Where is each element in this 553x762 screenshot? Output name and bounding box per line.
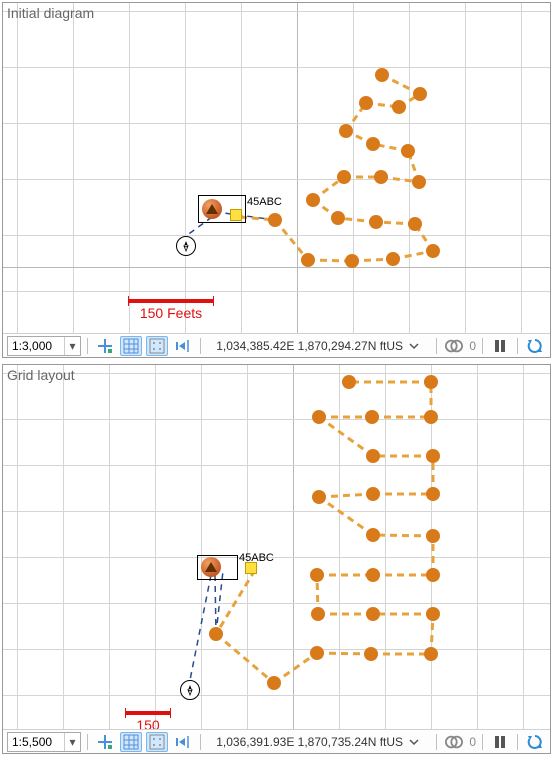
transformer-icon[interactable]: [202, 199, 222, 219]
scale-bar-label: 150 Feets: [128, 305, 214, 321]
separator: [87, 734, 88, 750]
grid-button[interactable]: [146, 732, 168, 752]
network-node[interactable]: [364, 647, 378, 661]
coordinate-readout: 1,036,391.93E 1,870,735.24N ftUS: [216, 735, 403, 749]
dynamic-constraints-button[interactable]: [120, 732, 142, 752]
network-node[interactable]: [310, 568, 324, 582]
network-node[interactable]: [268, 213, 282, 227]
junction-icon[interactable]: [230, 209, 242, 221]
feature-label: 45ABC: [239, 552, 274, 564]
network-node[interactable]: [413, 87, 427, 101]
snapping-button[interactable]: [94, 336, 116, 356]
pause-drawing-button[interactable]: [489, 732, 511, 752]
network-node[interactable]: [366, 449, 380, 463]
compass-icon[interactable]: [176, 236, 196, 256]
separator: [517, 734, 518, 750]
network-node[interactable]: [426, 568, 440, 582]
separator: [482, 338, 483, 354]
selection-count: 0: [469, 339, 476, 353]
coords-menu-button[interactable]: [407, 735, 421, 749]
chevron-down-icon[interactable]: ▾: [64, 337, 80, 355]
network-node[interactable]: [345, 254, 359, 268]
panel-title: Initial diagram: [7, 5, 94, 21]
scale-bar: 150 Feets: [128, 299, 214, 321]
coords-menu-button[interactable]: [407, 339, 421, 353]
refresh-button[interactable]: [524, 732, 546, 752]
network-node[interactable]: [306, 193, 320, 207]
map-panel-1: Grid layout 45ABC 150 Feets ▾ 1,036,391.93E …: [2, 364, 551, 754]
correction-button[interactable]: [172, 336, 194, 356]
network-node[interactable]: [424, 410, 438, 424]
status-bar: ▾ 1,034,385.42E 1,870,294.27N ftUS 0: [3, 333, 550, 357]
network-node[interactable]: [366, 607, 380, 621]
network-node[interactable]: [424, 647, 438, 661]
scale-bar-label: 150 Feets: [125, 717, 171, 729]
selection-count-icon[interactable]: [443, 732, 465, 752]
refresh-button[interactable]: [524, 336, 546, 356]
network-node[interactable]: [401, 144, 415, 158]
scale-input[interactable]: [8, 734, 64, 750]
network-node[interactable]: [366, 568, 380, 582]
separator: [436, 338, 437, 354]
network-node[interactable]: [412, 175, 426, 189]
status-bar: ▾ 1,036,391.93E 1,870,735.24N ftUS 0: [3, 729, 550, 753]
snapping-button[interactable]: [94, 732, 116, 752]
network-node[interactable]: [426, 529, 440, 543]
network-node[interactable]: [366, 487, 380, 501]
network-node[interactable]: [267, 676, 281, 690]
scale-input[interactable]: [8, 338, 64, 354]
network-node[interactable]: [310, 646, 324, 660]
separator: [200, 734, 201, 750]
selection-count-icon[interactable]: [443, 336, 465, 356]
network-node[interactable]: [424, 375, 438, 389]
network-node[interactable]: [408, 217, 422, 231]
network-node[interactable]: [374, 170, 388, 184]
separator: [517, 338, 518, 354]
network-node[interactable]: [337, 170, 351, 184]
network-node[interactable]: [392, 100, 406, 114]
grid-button[interactable]: [146, 336, 168, 356]
network-node[interactable]: [426, 607, 440, 621]
network-node[interactable]: [342, 375, 356, 389]
correction-button[interactable]: [172, 732, 194, 752]
map-panel-0: Initial diagram 45ABC 150 Feets ▾ 1,034,385.…: [2, 2, 551, 358]
feature-label: 45ABC: [247, 196, 282, 208]
scale-bar: 150 Feets: [125, 711, 171, 729]
selection-count: 0: [469, 735, 476, 749]
dynamic-constraints-button[interactable]: [120, 336, 142, 356]
network-node[interactable]: [369, 215, 383, 229]
network-node[interactable]: [312, 490, 326, 504]
network-node[interactable]: [209, 627, 223, 641]
network-node[interactable]: [331, 211, 345, 225]
network-node[interactable]: [365, 410, 379, 424]
network-node[interactable]: [339, 124, 353, 138]
chevron-down-icon[interactable]: ▾: [64, 733, 80, 751]
network-node[interactable]: [366, 137, 380, 151]
separator: [482, 734, 483, 750]
separator: [436, 734, 437, 750]
scale-combo[interactable]: ▾: [7, 732, 81, 752]
map-canvas[interactable]: 45ABC 150 Feets: [3, 365, 550, 729]
transformer-icon[interactable]: [201, 557, 221, 577]
compass-icon[interactable]: [180, 680, 200, 700]
panel-title: Grid layout: [7, 367, 75, 383]
scale-combo[interactable]: ▾: [7, 336, 81, 356]
network-node[interactable]: [359, 96, 373, 110]
network-node[interactable]: [366, 528, 380, 542]
pause-drawing-button[interactable]: [489, 336, 511, 356]
network-node[interactable]: [426, 244, 440, 258]
separator: [87, 338, 88, 354]
network-node[interactable]: [301, 253, 315, 267]
network-node[interactable]: [426, 449, 440, 463]
network-node[interactable]: [426, 487, 440, 501]
network-node[interactable]: [375, 68, 389, 82]
map-canvas[interactable]: 45ABC 150 Feets: [3, 3, 550, 333]
network-node[interactable]: [311, 607, 325, 621]
network-node[interactable]: [386, 252, 400, 266]
separator: [200, 338, 201, 354]
coordinate-readout: 1,034,385.42E 1,870,294.27N ftUS: [216, 339, 403, 353]
network-node[interactable]: [312, 410, 326, 424]
